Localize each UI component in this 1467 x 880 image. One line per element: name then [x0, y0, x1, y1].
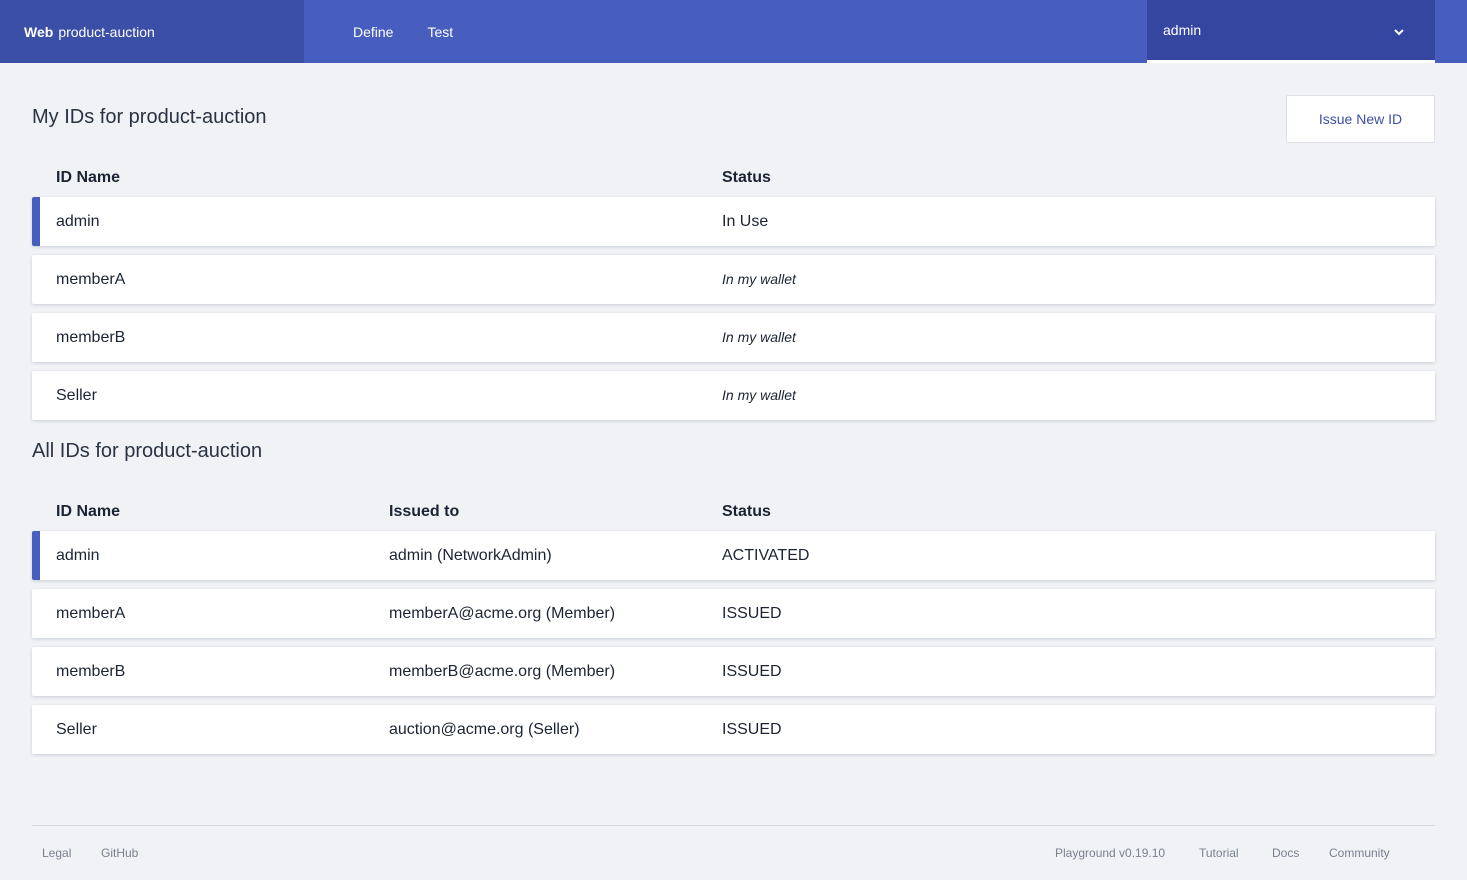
my-id-row-membera[interactable]: memberA In my wallet: [32, 255, 1435, 304]
col-header-status: Status: [722, 503, 771, 520]
top-bar: Web product-auction Define Test admin: [0, 0, 1467, 63]
all-id-row-seller[interactable]: Seller auction@acme.org (Seller) ISSUED: [32, 705, 1435, 754]
id-status: In my wallet: [722, 329, 796, 345]
footer-link-community[interactable]: Community: [1329, 846, 1390, 860]
issued-to: memberA@acme.org (Member): [389, 605, 616, 622]
chevron-down-icon: [1394, 29, 1404, 36]
footer-link-legal[interactable]: Legal: [42, 846, 71, 860]
all-id-row-memberb[interactable]: memberB memberB@acme.org (Member) ISSUED: [32, 647, 1435, 696]
issued-to: admin (NetworkAdmin): [389, 547, 552, 564]
nav-define[interactable]: Define: [353, 24, 393, 40]
brand-name: product-auction: [58, 23, 155, 40]
footer-version[interactable]: Playground v0.19.10: [1055, 846, 1165, 860]
id-name: memberB: [56, 329, 126, 346]
footer-link-github[interactable]: GitHub: [101, 846, 138, 860]
id-status: ISSUED: [722, 605, 782, 622]
my-id-row-seller[interactable]: Seller In my wallet: [32, 371, 1435, 420]
my-id-row-memberb[interactable]: memberB In my wallet: [32, 313, 1435, 362]
id-status: ISSUED: [722, 721, 782, 738]
id-name: memberA: [56, 605, 126, 622]
id-name: memberA: [56, 271, 126, 288]
user-menu[interactable]: admin: [1147, 0, 1435, 63]
id-name: Seller: [56, 387, 97, 404]
col-header-id-name: ID Name: [56, 169, 121, 186]
footer-link-tutorial[interactable]: Tutorial: [1199, 846, 1239, 860]
id-status: ACTIVATED: [722, 547, 810, 564]
col-header-issued-to: Issued to: [389, 503, 460, 520]
id-name: Seller: [56, 721, 97, 738]
all-ids-title: All IDs for product-auction: [32, 440, 263, 462]
main-nav: Define Test: [353, 0, 487, 63]
footer-divider: [32, 825, 1435, 826]
user-name: admin: [1163, 22, 1202, 38]
id-status: ISSUED: [722, 663, 782, 680]
my-ids-title: My IDs for product-auction: [32, 106, 267, 128]
brand[interactable]: Web product-auction: [0, 0, 304, 63]
issued-to: auction@acme.org (Seller): [389, 721, 580, 738]
id-status: In Use: [722, 213, 769, 230]
issued-to: memberB@acme.org (Member): [389, 663, 616, 680]
nav-test[interactable]: Test: [427, 24, 453, 40]
my-id-row-admin[interactable]: admin In Use: [32, 197, 1435, 246]
id-name: memberB: [56, 663, 126, 680]
id-name: admin: [56, 213, 100, 230]
id-status: In my wallet: [722, 271, 796, 287]
col-header-status: Status: [722, 169, 771, 186]
all-id-row-admin[interactable]: admin admin (NetworkAdmin) ACTIVATED: [32, 531, 1435, 580]
issue-new-id-button[interactable]: Issue New ID: [1286, 95, 1435, 143]
footer-link-docs[interactable]: Docs: [1272, 846, 1299, 860]
all-id-row-membera[interactable]: memberA memberA@acme.org (Member) ISSUED: [32, 589, 1435, 638]
id-status: In my wallet: [722, 387, 796, 403]
id-name: admin: [56, 547, 100, 564]
brand-strong: Web: [24, 23, 54, 40]
col-header-id-name: ID Name: [56, 503, 121, 520]
